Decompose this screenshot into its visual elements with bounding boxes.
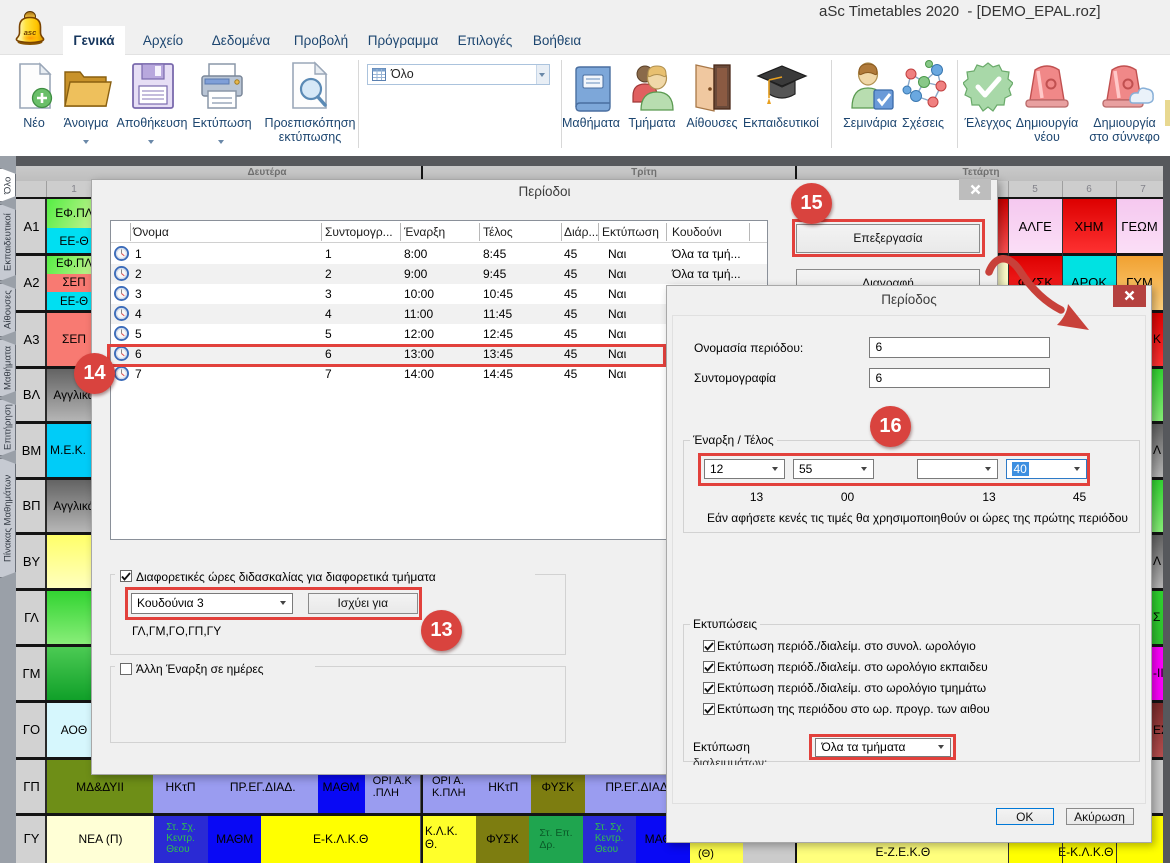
svg-text:asc: asc xyxy=(24,28,37,37)
